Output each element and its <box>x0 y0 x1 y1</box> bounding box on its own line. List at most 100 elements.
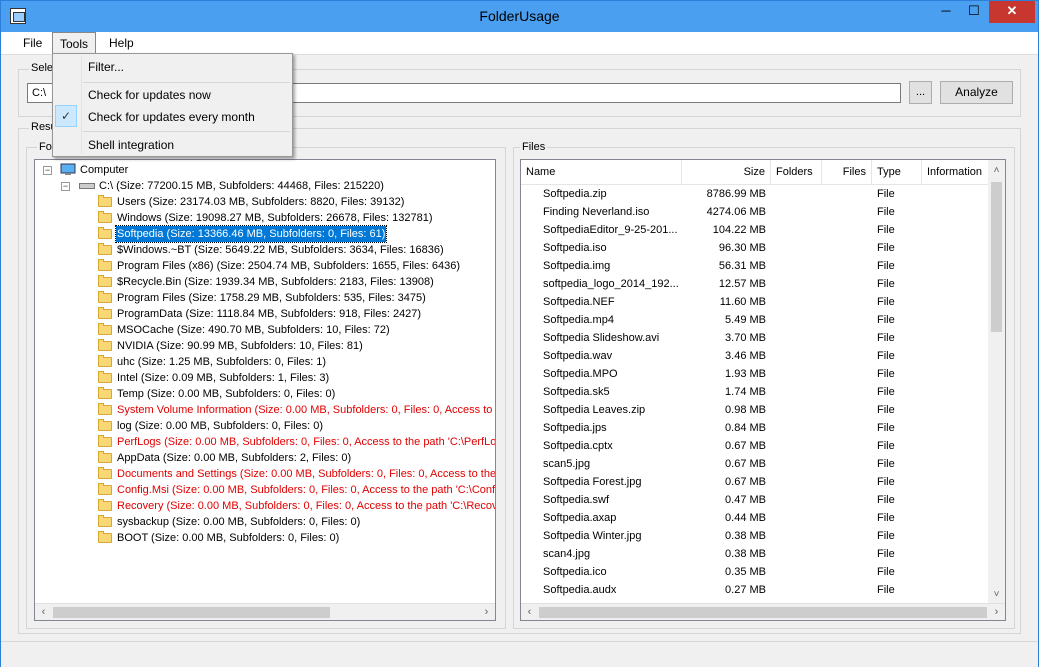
files-list[interactable]: Name Size Folders Files Type Information… <box>520 159 1006 621</box>
file-row[interactable]: Softpedia.zip 8786.99 MB File <box>521 185 989 203</box>
menu-tools[interactable]: Tools <box>52 32 97 55</box>
tree-node-folder[interactable]: Windows (Size: 19098.27 MB, Subfolders: … <box>98 210 495 226</box>
scroll-up-arrow[interactable]: ˄ <box>988 162 1005 179</box>
file-row[interactable]: softpedia_logo_2014_192... 12.57 MB File <box>521 275 989 293</box>
file-row[interactable]: scan4.jpg 0.38 MB File <box>521 545 989 563</box>
tree-node-folder[interactable]: PerfLogs (Size: 0.00 MB, Subfolders: 0, … <box>98 434 495 450</box>
tree-node-folder[interactable]: BOOT (Size: 0.00 MB, Subfolders: 0, File… <box>98 530 495 546</box>
tree-node-folder[interactable]: ProgramData (Size: 1118.84 MB, Subfolder… <box>98 306 495 322</box>
column-size[interactable]: Size <box>682 160 771 184</box>
menu-item-check-updates-now[interactable]: Check for updates now <box>55 84 290 106</box>
file-type: File <box>877 386 895 398</box>
file-type: File <box>877 278 895 290</box>
column-name[interactable]: Name <box>521 160 682 184</box>
file-row[interactable]: Softpedia.iso 96.30 MB File <box>521 239 989 257</box>
tree-node-folder[interactable]: NVIDIA (Size: 90.99 MB, Subfolders: 10, … <box>98 338 495 354</box>
file-row[interactable]: Softpedia.sk5 1.74 MB File <box>521 383 989 401</box>
tree-node-folder[interactable]: log (Size: 0.00 MB, Subfolders: 0, Files… <box>98 418 495 434</box>
menu-help[interactable]: Help <box>102 32 141 54</box>
file-row[interactable]: Softpedia.jps 0.84 MB File <box>521 419 989 437</box>
menu-item-shell-integration[interactable]: Shell integration <box>55 134 290 156</box>
file-row[interactable]: Softpedia Slideshow.avi 3.70 MB File <box>521 329 989 347</box>
scroll-right-arrow[interactable]: › <box>478 604 495 620</box>
tree-node-folder[interactable]: Users (Size: 23174.03 MB, Subfolders: 88… <box>98 194 495 210</box>
tree-node-folder[interactable]: $Windows.~BT (Size: 5649.22 MB, Subfolde… <box>98 242 495 258</box>
tree-node-folder[interactable]: Intel (Size: 0.09 MB, Subfolders: 1, Fil… <box>98 370 495 386</box>
menu-item-check-updates-monthly[interactable]: Check for updates every month <box>55 106 290 128</box>
column-folders[interactable]: Folders <box>771 160 822 184</box>
scroll-down-arrow[interactable]: ˅ <box>988 586 1005 603</box>
tree-node-folder[interactable]: System Volume Information (Size: 0.00 MB… <box>98 402 495 418</box>
scroll-left-arrow[interactable]: ‹ <box>521 604 538 620</box>
scroll-left-arrow[interactable]: ‹ <box>35 604 52 620</box>
scroll-right-arrow[interactable]: › <box>988 604 1005 620</box>
column-type[interactable]: Type <box>872 160 922 184</box>
folder-tree-hscrollbar[interactable]: ‹ › <box>35 603 495 620</box>
file-row[interactable]: Softpedia.wav 3.46 MB File <box>521 347 989 365</box>
maximize-button[interactable]: ☐ <box>961 1 987 23</box>
files-hscrollbar[interactable]: ‹ › <box>521 603 1005 620</box>
tree-label: NVIDIA (Size: 90.99 MB, Subfolders: 10, … <box>117 340 363 352</box>
collapse-icon[interactable]: − <box>43 166 52 175</box>
files-vscrollbar[interactable]: ˄ ˅ <box>988 160 1005 603</box>
tree-node-folder[interactable]: Documents and Settings (Size: 0.00 MB, S… <box>98 466 495 482</box>
scroll-thumb[interactable] <box>539 607 987 618</box>
file-row[interactable]: Softpedia.NEF 11.60 MB File <box>521 293 989 311</box>
tree-node-folder[interactable]: Recovery (Size: 0.00 MB, Subfolders: 0, … <box>98 498 495 514</box>
analyze-button[interactable]: Analyze <box>940 81 1013 104</box>
file-row[interactable]: Finding Neverland.iso 4274.06 MB File <box>521 203 989 221</box>
tree-node-folder[interactable]: Softpedia (Size: 13366.46 MB, Subfolders… <box>98 225 495 243</box>
folder-icon <box>98 387 112 399</box>
tree-node-folder[interactable]: uhc (Size: 1.25 MB, Subfolders: 0, Files… <box>98 354 495 370</box>
tree-node-drive[interactable]: − C:\ (Size: 77200.15 MB, Subfolders: 44… <box>43 178 483 194</box>
tree-node-folder[interactable]: Config.Msi (Size: 0.00 MB, Subfolders: 0… <box>98 482 495 498</box>
file-name: scan5.jpg <box>543 458 591 470</box>
file-row[interactable]: Softpedia.ico 0.35 MB File <box>521 563 989 581</box>
file-row[interactable]: Softpedia Leaves.zip 0.98 MB File <box>521 401 989 419</box>
file-row[interactable]: scan5.jpg 0.67 MB File <box>521 455 989 473</box>
scroll-thumb[interactable] <box>991 182 1002 332</box>
tree-node-folder[interactable]: sysbackup (Size: 0.00 MB, Subfolders: 0,… <box>98 514 495 530</box>
scroll-thumb[interactable] <box>53 607 330 618</box>
file-name: Softpedia.ico <box>543 566 607 578</box>
file-name: Softpedia Leaves.zip <box>543 404 646 416</box>
file-row[interactable]: Softpedia.MPO 1.93 MB File <box>521 365 989 383</box>
folder-icon <box>98 419 112 431</box>
file-row[interactable]: Softpedia.audx 0.27 MB File <box>521 581 989 599</box>
file-row[interactable]: Softpedia.axap 0.44 MB File <box>521 509 989 527</box>
tree-label: Program Files (Size: 1758.29 MB, Subfold… <box>117 292 426 304</box>
tree-node-folder[interactable]: Program Files (Size: 1758.29 MB, Subfold… <box>98 290 495 306</box>
tree-node-folder[interactable]: AppData (Size: 0.00 MB, Subfolders: 2, F… <box>98 450 495 466</box>
file-size: 104.22 MB <box>712 224 766 236</box>
tree-node-computer[interactable]: − Computer <box>43 162 483 178</box>
file-size: 0.67 MB <box>725 440 766 452</box>
column-files[interactable]: Files <box>822 160 872 184</box>
app-window: FolderUsage ─ ☐ ✕ File Tools Help Sele .… <box>0 0 1039 667</box>
collapse-icon[interactable]: − <box>61 182 70 191</box>
file-row[interactable]: Softpedia Winter.jpg 0.38 MB File <box>521 527 989 545</box>
file-row[interactable]: Softpedia.swf 0.47 MB File <box>521 491 989 509</box>
column-information[interactable]: Information <box>922 160 989 184</box>
tree-node-folder[interactable]: Temp (Size: 0.00 MB, Subfolders: 0, File… <box>98 386 495 402</box>
menu-item-filter[interactable]: Filter... <box>55 56 290 78</box>
folder-icon <box>98 403 112 415</box>
folder-icon <box>98 339 112 351</box>
file-row[interactable]: Softpedia.img 56.31 MB File <box>521 257 989 275</box>
tree-node-folder[interactable]: MSOCache (Size: 490.70 MB, Subfolders: 1… <box>98 322 495 338</box>
tree-node-folder[interactable]: Program Files (x86) (Size: 2504.74 MB, S… <box>98 258 495 274</box>
file-row[interactable]: SoftpediaEditor_9-25-201... 104.22 MB File <box>521 221 989 239</box>
file-size: 0.67 MB <box>725 476 766 488</box>
file-row[interactable]: Softpedia.cptx 0.67 MB File <box>521 437 989 455</box>
menu-file[interactable]: File <box>16 32 49 54</box>
file-type: File <box>877 566 895 578</box>
close-button[interactable]: ✕ <box>989 1 1035 23</box>
file-row[interactable]: Softpedia Forest.jpg 0.67 MB File <box>521 473 989 491</box>
browse-button[interactable]: ... <box>909 81 932 104</box>
file-row[interactable]: Softpedia.mp4 5.49 MB File <box>521 311 989 329</box>
minimize-button[interactable]: ─ <box>933 1 959 23</box>
file-name: scan4.jpg <box>543 548 591 560</box>
folder-tree[interactable]: − Computer − C:\ (Size: 77200.15 MB, Sub… <box>34 159 496 621</box>
title-bar[interactable]: FolderUsage ─ ☐ ✕ <box>1 1 1038 32</box>
tree-node-folder[interactable]: $Recycle.Bin (Size: 1939.34 MB, Subfolde… <box>98 274 495 290</box>
files-header: Name Size Folders Files Type Information <box>521 160 989 185</box>
